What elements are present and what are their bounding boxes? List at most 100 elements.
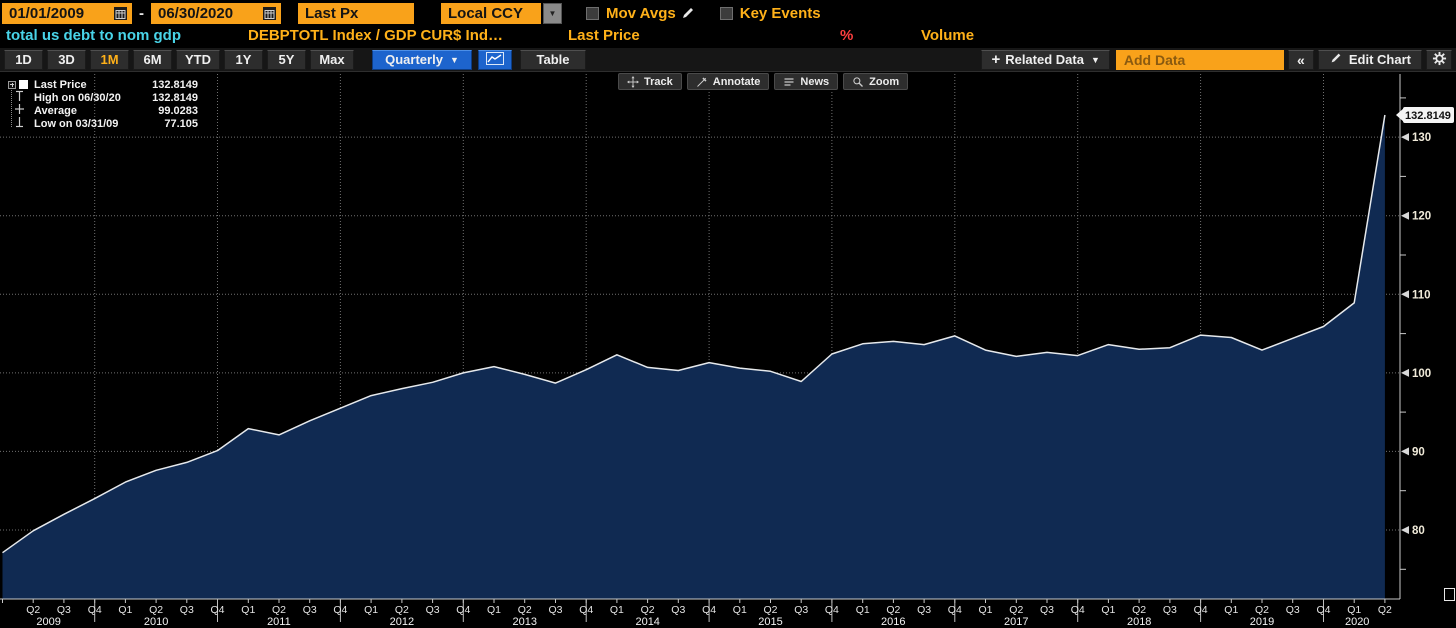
price-type-value: Last Px — [305, 4, 359, 22]
x-tick-label: Q1 — [733, 604, 747, 616]
legend-row-3[interactable]: Low on 03/31/09 77.105 — [8, 115, 198, 133]
currency-value: Local CCY — [448, 4, 524, 22]
date-separator: - — [139, 4, 144, 22]
end-date-input[interactable]: 06/30/2020 — [151, 2, 281, 24]
period-button-1m[interactable]: 1M — [90, 49, 129, 70]
related-data-label: Related Data — [1005, 52, 1084, 67]
frequency-value: Quarterly — [385, 52, 443, 67]
x-tick-label: Q4 — [702, 604, 716, 616]
price-type-input[interactable]: Last Px — [298, 2, 414, 24]
chart-tool-annotate[interactable]: Annotate — [686, 73, 770, 90]
x-tick-label: Q2 — [26, 604, 40, 616]
y-major-tick-arrow — [1401, 526, 1409, 534]
collapse-label: « — [1296, 51, 1305, 68]
currency-select[interactable]: Local CCY — [441, 2, 541, 24]
year-label: 2014 — [635, 616, 659, 628]
calendar-icon[interactable] — [113, 6, 128, 21]
title-bar: total us debt to nom gdp DEBPTOTL Index … — [0, 26, 1456, 48]
frequency-dropdown[interactable]: Quarterly ▼ — [372, 49, 472, 70]
chart-tool-label: Zoom — [869, 75, 900, 88]
gear-icon — [1432, 51, 1447, 69]
y-major-tick-arrow — [1401, 368, 1409, 377]
x-tick-label: Q1 — [610, 604, 624, 616]
x-tick-label: Q2 — [518, 604, 532, 616]
news-icon — [783, 76, 795, 88]
chart-tool-track[interactable]: Track — [618, 73, 682, 90]
period-button-max[interactable]: Max — [310, 49, 354, 70]
period-button-1y[interactable]: 1Y — [224, 49, 263, 70]
settings-button[interactable] — [1426, 49, 1452, 70]
year-label: 2011 — [267, 616, 291, 628]
year-label: 2009 — [36, 616, 60, 628]
chart-tool-news[interactable]: News — [774, 73, 839, 90]
x-tick-label: Q2 — [1132, 604, 1146, 616]
x-tick-label: Q1 — [118, 604, 132, 616]
legend-value: 77.105 — [164, 117, 198, 130]
plus-icon: + — [991, 51, 1001, 68]
year-label: 2017 — [1004, 616, 1028, 628]
chart-type-button[interactable] — [478, 49, 512, 70]
key-events-checkbox[interactable] — [719, 6, 733, 20]
x-tick-label: Q3 — [180, 604, 194, 616]
x-tick-label: Q3 — [303, 604, 317, 616]
x-tick-label: Q2 — [763, 604, 777, 616]
related-data-button[interactable]: + Related Data ▼ — [981, 49, 1110, 70]
magnifier-icon — [852, 76, 864, 88]
percent-indicator: % — [840, 27, 854, 44]
collapse-panel-button[interactable]: « — [1287, 49, 1314, 70]
x-tick-label: Q4 — [88, 604, 102, 616]
x-tick-label: Q3 — [794, 604, 808, 616]
add-data-input[interactable] — [1115, 49, 1284, 70]
legend-row-0[interactable]: Last Price 132.8149 — [8, 78, 198, 91]
move-icon — [627, 75, 639, 88]
corner-handle[interactable] — [1444, 588, 1455, 601]
x-tick-label: Q4 — [456, 604, 470, 616]
year-label: 2020 — [1345, 616, 1369, 628]
pencil-icon[interactable] — [680, 5, 696, 21]
security-name[interactable]: DEBPTOTL Index / GDP CUR$ Ind… — [248, 27, 503, 44]
period-button-1d[interactable]: 1D — [4, 49, 43, 70]
chevron-down-icon: ▼ — [449, 54, 459, 65]
legend-row-1[interactable]: High on 06/30/20 132.8149 — [8, 90, 198, 104]
period-button-3d[interactable]: 3D — [47, 49, 86, 70]
bloomberg-chart-window: 01/01/2009 - 06/30/2020 Last Px Local CC… — [0, 0, 1456, 628]
x-tick-label: Q4 — [1316, 604, 1330, 616]
year-label: 2015 — [758, 616, 782, 628]
start-date-input[interactable]: 01/01/2009 — [2, 2, 132, 24]
y-major-tick-arrow — [1401, 211, 1409, 220]
x-tick-label: Q1 — [1101, 604, 1115, 616]
x-tick-label: Q2 — [1378, 604, 1392, 616]
year-label: 2010 — [144, 616, 168, 628]
calendar-icon[interactable] — [262, 6, 277, 21]
y-major-tick-arrow — [1401, 447, 1409, 456]
chart-tool-zoom[interactable]: Zoom — [843, 73, 909, 90]
currency-dropdown-button[interactable]: ▼ — [543, 2, 562, 24]
mov-avgs-checkbox[interactable] — [586, 6, 599, 20]
x-tick-label: Q3 — [1163, 604, 1177, 616]
table-button[interactable]: Table — [520, 49, 586, 70]
toolbar: 1D 3D 1M 6M YTD 1Y 5Y Max Quarterly ▼ Table + R… — [0, 48, 1456, 72]
chart-title: total us debt to nom gdp — [6, 27, 181, 44]
x-tick-label: Q1 — [978, 604, 992, 616]
x-tick-label: Q2 — [1009, 604, 1023, 616]
low-marker-icon — [8, 115, 34, 133]
legend-row-2[interactable]: Average 99.0283 — [8, 103, 198, 117]
x-tick-label: Q4 — [1194, 604, 1208, 616]
period-button-5y[interactable]: 5Y — [267, 49, 306, 70]
expand-icon[interactable] — [8, 80, 16, 89]
year-label: 2019 — [1250, 616, 1274, 628]
x-tick-label: Q4 — [333, 604, 347, 616]
y-tick-label: 90 — [1412, 446, 1425, 458]
edit-chart-button[interactable]: Edit Chart — [1317, 49, 1422, 70]
period-button-6m[interactable]: 6M — [133, 49, 172, 70]
x-tick-label: Q2 — [149, 604, 163, 616]
x-tick-label: Q4 — [1071, 604, 1085, 616]
x-tick-label: Q2 — [272, 604, 286, 616]
price-chart[interactable]: Q2 Q3 Q4 Q1 Q2 Q3 Q4 Q1 Q2 Q3 Q4 Q1 Q2 Q3 Q4 Q1 Q2 Q3 Q4 Q1… — [0, 72, 1456, 628]
start-date-value: 01/01/2009 — [9, 4, 85, 22]
legend-value: 99.0283 — [158, 104, 198, 117]
period-button-ytd[interactable]: YTD — [176, 49, 220, 70]
y-tick-label: 120 — [1412, 211, 1431, 223]
y-major-tick-arrow — [1401, 290, 1409, 299]
edit-chart-label: Edit Chart — [1348, 52, 1411, 67]
